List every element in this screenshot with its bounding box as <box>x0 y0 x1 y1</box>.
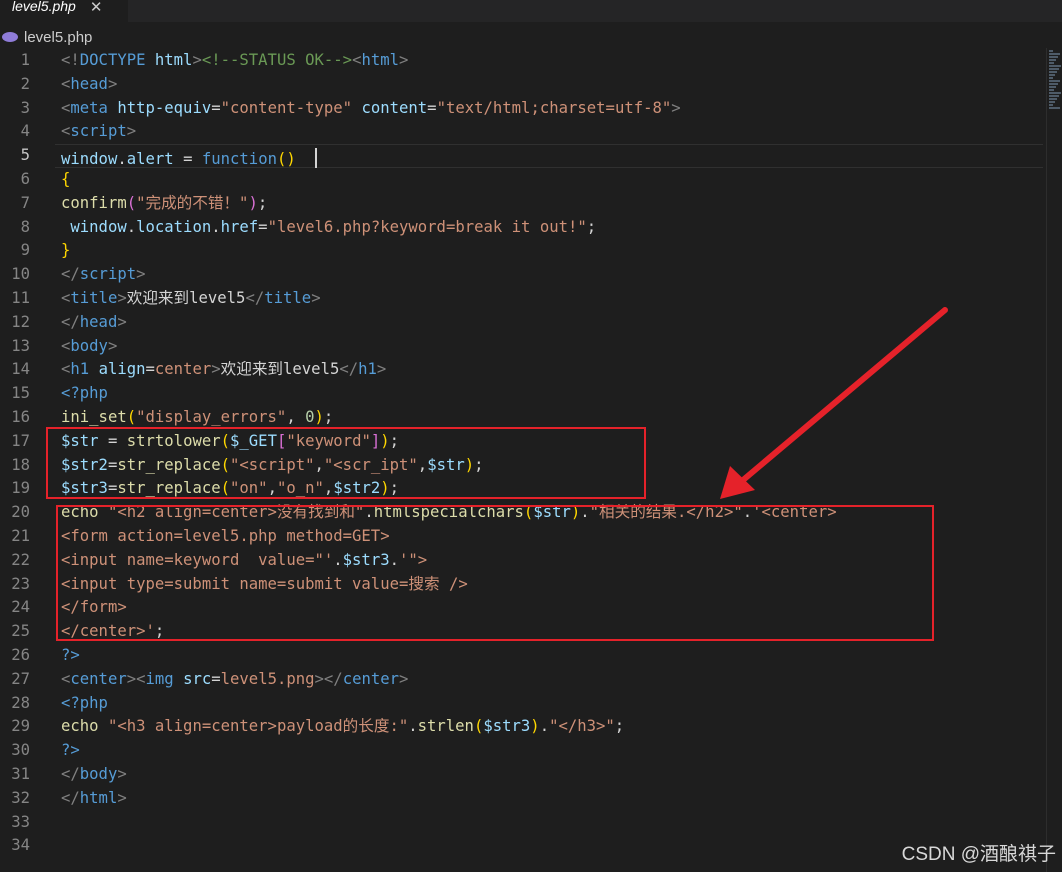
csdn-watermark: CSDN @酒酿祺子 <box>901 844 1056 865</box>
red-arrow-icon <box>720 307 948 499</box>
